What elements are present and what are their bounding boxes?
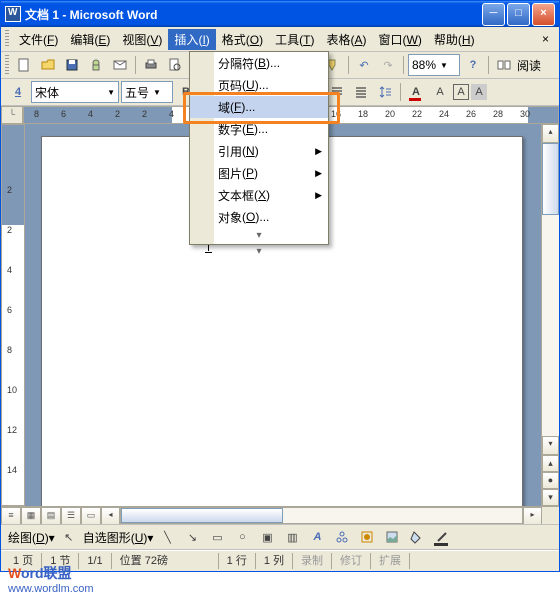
new-icon[interactable] (13, 54, 35, 76)
menu-edit[interactable]: 编辑(E) (64, 29, 116, 50)
size-combo[interactable]: 五号▼ (121, 81, 173, 103)
menu-format[interactable]: 格式(O) (216, 29, 269, 50)
wordart-icon[interactable]: A (306, 526, 328, 548)
draw-menu[interactable]: 绘图(D)▾ (8, 529, 55, 546)
menu-tools[interactable]: 工具(T) (269, 29, 320, 50)
toolbar-grip[interactable] (5, 55, 9, 75)
vtextbox-icon[interactable]: ▥ (281, 526, 303, 548)
menu-window[interactable]: 窗口(W) (373, 29, 428, 50)
scroll-thumb[interactable] (542, 143, 559, 215)
open-icon[interactable] (37, 54, 59, 76)
menu-item-picture[interactable]: 图片(P)▶ (190, 162, 328, 184)
permission-icon[interactable] (85, 54, 107, 76)
app-icon (5, 6, 21, 22)
autoshapes-menu[interactable]: 自选图形(U)▾ (83, 529, 154, 546)
maximize-button[interactable]: □ (507, 3, 530, 26)
read-label[interactable]: 阅读 (517, 57, 541, 74)
vertical-scrollbar[interactable]: ▴ ▾ ▴ ● ▾ (541, 124, 559, 506)
clipart-icon[interactable] (356, 526, 378, 548)
arrow-icon[interactable]: ↘ (181, 526, 203, 548)
char-shading-icon[interactable]: A (471, 84, 487, 100)
save-icon[interactable] (61, 54, 83, 76)
rectangle-icon[interactable]: ▭ (206, 526, 228, 548)
menu-insert[interactable]: 插入(I) (168, 29, 215, 50)
status-ext[interactable]: 扩展 (371, 553, 410, 569)
menu-item-break[interactable]: 分隔符(B)... (190, 52, 328, 74)
menu-help[interactable]: 帮助(H) (428, 29, 481, 50)
line-color-icon[interactable] (431, 526, 453, 548)
menu-view[interactable]: 视图(V) (116, 29, 168, 50)
scroll-track[interactable] (542, 143, 559, 436)
distributed-icon[interactable] (350, 81, 372, 103)
menu-item-object[interactable]: 对象(O)... (190, 206, 328, 228)
line-icon[interactable]: ╲ (156, 526, 178, 548)
status-line: 1 行 (219, 553, 256, 569)
watermark: Word联盟 www.wordlm.com (8, 563, 94, 595)
preview-icon[interactable] (164, 54, 186, 76)
drawing-toolbar: 绘图(D)▾ ↖ 自选图形(U)▾ ╲ ↘ ▭ ○ ▣ ▥ A (1, 524, 559, 550)
justify-icon[interactable] (326, 81, 348, 103)
font-combo[interactable]: 宋体▼ (31, 81, 119, 103)
vertical-ruler[interactable]: 2246810121416 (1, 124, 25, 506)
diagram-icon[interactable] (331, 526, 353, 548)
window-title: 文档 1 - Microsoft Word (25, 6, 482, 23)
textbox-icon[interactable]: ▣ (256, 526, 278, 548)
font-color-icon[interactable]: A (405, 81, 427, 103)
menu-table[interactable]: 表格(A) (321, 29, 373, 50)
fill-color-icon[interactable] (406, 526, 428, 548)
zoom-combo[interactable]: 88%▼ (408, 54, 460, 76)
insert-menu-dropdown: 分隔符(B)... 页码(U)... 域(F)... 数字(E)... 引用(N… (189, 51, 329, 245)
menubar: 文件(F) 编辑(E) 视图(V) 插入(I) 格式(O) 工具(T) 表格(A… (1, 27, 559, 52)
scroll-up-button[interactable]: ▴ (542, 124, 559, 143)
line-spacing-icon[interactable] (374, 81, 396, 103)
read-mode-icon[interactable] (493, 54, 515, 76)
menu-item-pagenumber[interactable]: 页码(U)... (190, 74, 328, 96)
char-scaling-icon[interactable]: A (429, 81, 451, 103)
print-icon[interactable] (140, 54, 162, 76)
prev-page-button[interactable]: ▴ (542, 455, 559, 472)
email-icon[interactable] (109, 54, 131, 76)
oval-icon[interactable]: ○ (231, 526, 253, 548)
minimize-button[interactable]: ─ (482, 3, 505, 26)
menu-expand[interactable]: ▾▾ (190, 228, 328, 244)
close-button[interactable]: × (532, 3, 555, 26)
status-position: 位置 72磅 (112, 553, 219, 569)
app-window: 文档 1 - Microsoft Word ─ □ × 文件(F) 编辑(E) … (0, 0, 560, 572)
redo-icon[interactable]: ↷ (377, 54, 399, 76)
help-icon[interactable]: ? (462, 54, 484, 76)
menu-item-field[interactable]: 域(F)... (190, 96, 328, 118)
char-border-icon[interactable]: A (453, 84, 469, 100)
picture-icon[interactable] (381, 526, 403, 548)
undo-icon[interactable]: ↶ (353, 54, 375, 76)
status-rec[interactable]: 录制 (293, 553, 332, 569)
menu-item-number[interactable]: 数字(E)... (190, 118, 328, 140)
menu-file[interactable]: 文件(F) (13, 29, 64, 50)
horizontal-scroll-row: ≡ ▦ ▤ ☰ ▭ ◂ ▸ (1, 506, 559, 524)
toolbar-grip[interactable] (5, 30, 9, 48)
browse-object-button[interactable]: ● (542, 472, 559, 489)
hscroll-thumb[interactable] (121, 508, 283, 523)
styles-icon[interactable]: 4 (7, 81, 29, 103)
menu-item-reference[interactable]: 引用(N)▶ (190, 140, 328, 162)
hscroll-track[interactable] (120, 507, 523, 524)
next-page-button[interactable]: ▾ (542, 489, 559, 506)
menu-overflow[interactable]: × (536, 30, 555, 48)
status-column: 1 列 (256, 553, 293, 569)
select-objects-icon[interactable]: ↖ (58, 526, 80, 548)
titlebar: 文档 1 - Microsoft Word ─ □ × (1, 1, 559, 27)
menu-item-textbox[interactable]: 文本框(X)▶ (190, 184, 328, 206)
status-rev[interactable]: 修订 (332, 553, 371, 569)
ruler-corner[interactable]: └ (1, 106, 23, 124)
scroll-down-button[interactable]: ▾ (542, 436, 559, 455)
